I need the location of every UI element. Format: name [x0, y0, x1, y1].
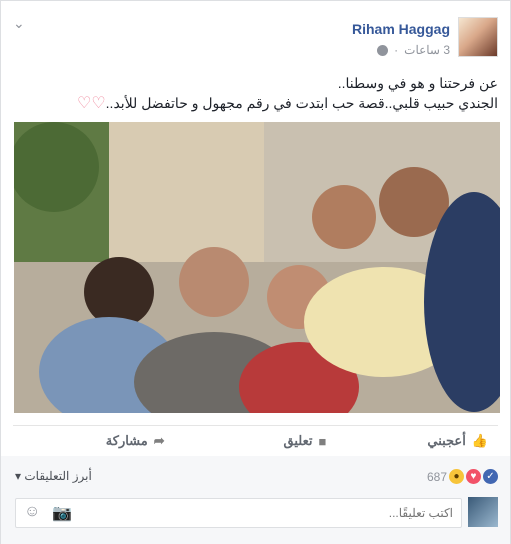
post-photo[interactable]	[14, 122, 500, 413]
share-arrow-icon: ➦	[153, 433, 165, 448]
like-label: أعجبني	[427, 433, 466, 448]
comment-tools: ☺ 📷	[16, 503, 72, 523]
comment-button[interactable]: ■ تعليق	[175, 426, 337, 456]
commenter-avatar	[468, 497, 498, 527]
dot-separator: ·	[394, 43, 399, 57]
top-comments-label: أبرز التعليقات	[24, 469, 92, 483]
comments-section: 687 ● ♥ ✓ أبرز التعليقات ▾ ☺ 📷	[1, 456, 510, 544]
comment-label: تعليق	[283, 433, 313, 448]
photo-illustration	[14, 122, 500, 413]
comment-box: ☺ 📷	[15, 498, 462, 528]
post-card: ⌄ Riham Haggag 3 ساعات · عن فرحتنا و هو …	[0, 0, 511, 544]
caret-down-icon: ▾	[15, 469, 22, 483]
share-label: مشاركة	[105, 433, 148, 448]
top-comments-dropdown[interactable]: أبرز التعليقات ▾	[15, 469, 92, 483]
chevron-down-icon[interactable]: ⌄	[13, 15, 25, 32]
camera-icon[interactable]: 📷	[52, 503, 72, 523]
post-time[interactable]: 3 ساعات	[404, 43, 450, 57]
post-text-line2: الجندي حبيب قلبي..قصة حب ابتدت في رقم مج…	[18, 93, 498, 114]
comment-input[interactable]	[72, 501, 461, 525]
thumbs-up-icon: 👍	[471, 433, 488, 448]
globe-icon[interactable]	[377, 44, 389, 56]
post-text-line2-text: الجندي حبيب قلبي..قصة حب ابتدت في رقم مج…	[105, 95, 498, 111]
wow-reaction-icon: ●	[449, 469, 464, 484]
post-text-line1: عن فرحتنا و هو في وسطنا..	[337, 75, 498, 91]
reaction-summary[interactable]: 687 ● ♥ ✓	[421, 469, 498, 484]
share-button[interactable]: ➦ مشاركة	[13, 426, 175, 456]
post-text: عن فرحتنا و هو في وسطنا.. الجندي حبيب قل…	[18, 73, 498, 114]
comment-icon: ■	[318, 433, 327, 449]
like-reaction-icon: ✓	[483, 469, 498, 484]
like-button[interactable]: 👍 أعجبني	[336, 426, 498, 456]
author-name[interactable]: Riham Haggag	[352, 21, 450, 37]
emoji-icon[interactable]: ☺	[24, 503, 40, 523]
love-reaction-icon: ♥	[466, 469, 481, 484]
hearts-icon: ♡♡	[76, 95, 106, 112]
post-meta: 3 ساعات ·	[377, 43, 450, 57]
author-avatar[interactable]	[458, 17, 498, 57]
post-actions: 👍 أعجبني ■ تعليق ➦ مشاركة	[13, 425, 498, 457]
reaction-count[interactable]: 687	[427, 470, 447, 484]
